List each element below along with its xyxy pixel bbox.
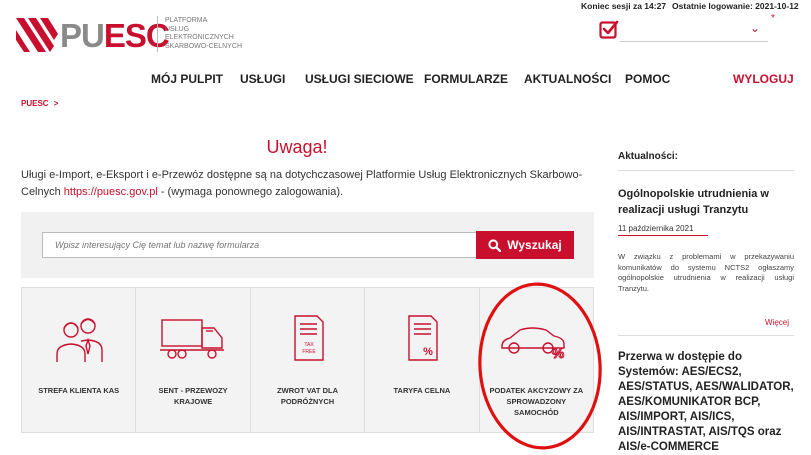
tile-taryfa-celna[interactable]: % TARYFA CELNA	[365, 288, 480, 432]
news-heading: Aktualności:	[618, 151, 679, 162]
last-login: Ostatnie logowanie: 2021-10-12	[672, 1, 799, 11]
session-info: Koniec sesji za 14:27 Ostatnie logowanie:…	[581, 1, 805, 11]
logo-wordmark[interactable]: PUESC	[60, 14, 170, 58]
nav-moj-pulpit[interactable]: MÓJ PULPIT	[151, 72, 223, 86]
breadcrumb-separator: >	[53, 99, 59, 108]
tile-label: ZWROT VAT DLA PODRÓŻNYCH	[277, 386, 338, 406]
tile-label: STREFA KLIENTA KAS	[38, 386, 120, 395]
news-article-title[interactable]: Ogólnopolskie utrudnienia w realizacji u…	[618, 186, 794, 218]
svg-text:TAX: TAX	[304, 342, 314, 348]
tile-label: SENT - PRZEWOZY KRAJOWE	[158, 386, 228, 406]
chevron-down-icon[interactable]: ⌄	[750, 21, 760, 35]
session-timer: Koniec sesji za 14:27	[581, 1, 667, 11]
read-more-link[interactable]: Więcej	[765, 318, 789, 327]
info-message: Uługi e-Import, e-Eksport i e-Przewóz do…	[21, 169, 583, 198]
people-icon	[56, 318, 103, 362]
tile-strefa-klienta[interactable]: STREFA KLIENTA KAS	[22, 288, 137, 432]
news-article-text: W związku z problemami w przekazywaniu k…	[618, 252, 794, 293]
tile-zwrot-vat[interactable]: TAX FREE ZWROT VAT DLA PODRÓŻNYCH	[250, 288, 366, 432]
truck-icon	[160, 319, 225, 359]
puesc-link[interactable]: https://puesc.gov.pl	[64, 186, 158, 198]
breadcrumb: PUESC >	[21, 99, 58, 108]
checkbox-icon[interactable]	[599, 19, 619, 39]
search-icon	[488, 238, 502, 252]
date-underline	[618, 235, 708, 236]
nav-aktualnosci[interactable]: AKTUALNOŚCI	[524, 72, 611, 86]
news-article-title[interactable]: Przerwa w dostępie do Systemów: AES/ECS2…	[618, 350, 800, 455]
tile-sent[interactable]: SENT - PRZEWOZY KRAJOWE	[136, 288, 251, 432]
tax-free-icon: TAX FREE	[293, 315, 324, 361]
required-marker: *	[771, 13, 775, 24]
search-input[interactable]	[42, 232, 476, 258]
page-title: Uwaga!	[266, 137, 328, 157]
nav-pomoc[interactable]: POMOC	[625, 72, 670, 86]
logo-divider	[157, 16, 158, 52]
annotation-ellipse	[478, 282, 602, 450]
divider	[618, 335, 794, 336]
divider	[618, 170, 794, 171]
nav-formularze[interactable]: FORMULARZE	[424, 72, 508, 86]
svg-text:FREE: FREE	[302, 349, 316, 355]
tariff-document-icon: %	[408, 315, 438, 361]
role-select[interactable]	[620, 19, 768, 42]
search-button[interactable]: Wyszukaj	[476, 231, 574, 259]
breadcrumb-home[interactable]: PUESC	[21, 99, 49, 108]
nav-uslugi-sieciowe[interactable]: USŁUGI SIECIOWE	[305, 72, 414, 86]
svg-text:%: %	[423, 346, 433, 358]
nav-uslugi[interactable]: USŁUGI	[240, 72, 285, 86]
logo-subtitle: PLATFORMA USŁUG ELEKTRONICZNYCH SKARBOWO…	[165, 17, 243, 50]
logout-link[interactable]: WYLOGUJ	[733, 72, 794, 86]
news-article-date: 11 października 2021	[618, 224, 694, 233]
tile-label: TARYFA CELNA	[393, 386, 451, 395]
puesc-logo-mark[interactable]	[16, 14, 60, 58]
